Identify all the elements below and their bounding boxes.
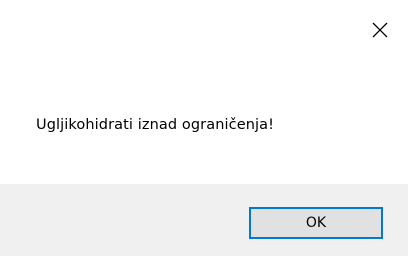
ok-button-label: OK [305,215,327,231]
close-button[interactable] [364,16,396,48]
ok-button[interactable]: OK [249,207,383,239]
dialog-bottom-edge [0,256,408,264]
message-box-dialog: Ugljikohidrati iznad ograničenja! OK [0,0,408,264]
close-icon [371,21,389,43]
dialog-message: Ugljikohidrati iznad ograničenja! [36,117,275,133]
